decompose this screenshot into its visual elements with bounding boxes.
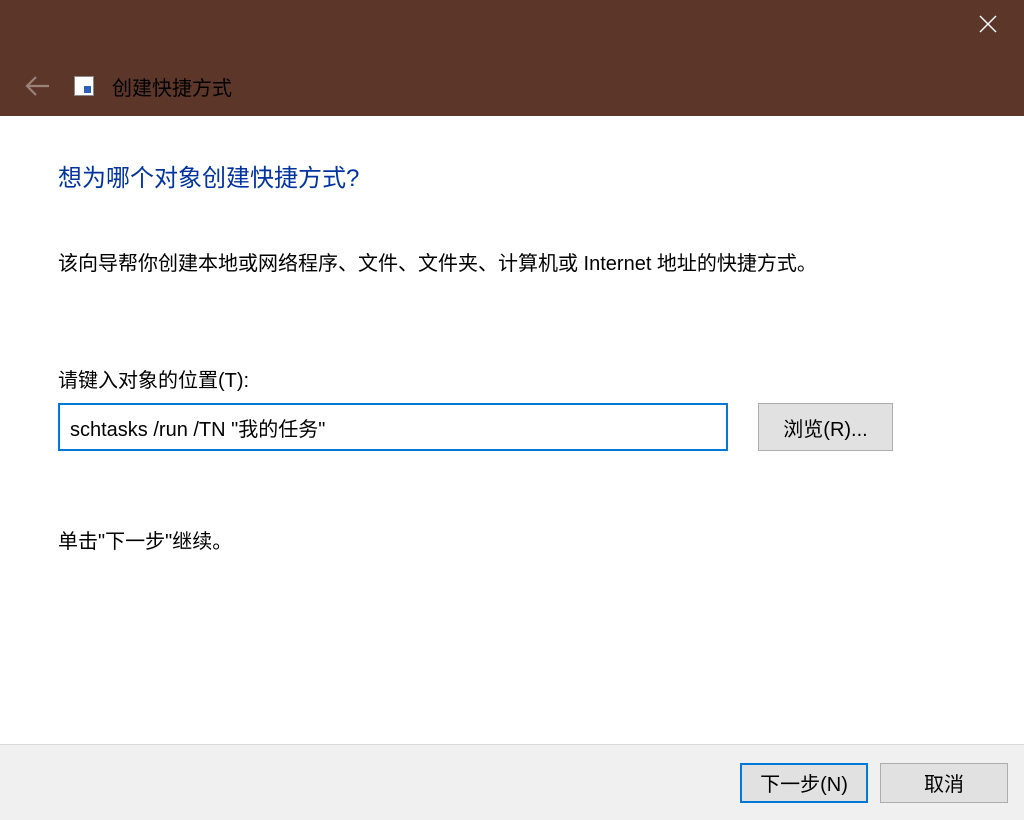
- shortcut-icon: [74, 76, 94, 96]
- browse-button[interactable]: 浏览(R)...: [758, 403, 893, 451]
- description-text: 该向导帮你创建本地或网络程序、文件、文件夹、计算机或 Internet 地址的快…: [58, 247, 966, 276]
- arrow-left-icon: [25, 75, 51, 97]
- close-button[interactable]: [958, 2, 1018, 46]
- page-heading: 想为哪个对象创建快捷方式?: [58, 158, 966, 193]
- cancel-button[interactable]: 取消: [880, 763, 1008, 803]
- continue-hint: 单击"下一步"继续。: [58, 525, 966, 554]
- content-area: 想为哪个对象创建快捷方式? 该向导帮你创建本地或网络程序、文件、文件夹、计算机或…: [0, 116, 1024, 744]
- back-button: [20, 68, 56, 104]
- titlebar: 创建快捷方式: [0, 0, 1024, 116]
- next-button[interactable]: 下一步(N): [740, 763, 868, 803]
- location-label: 请键入对象的位置(T):: [58, 364, 966, 393]
- window-title: 创建快捷方式: [112, 72, 232, 101]
- location-row: 浏览(R)...: [58, 403, 966, 451]
- location-input[interactable]: [58, 403, 728, 451]
- header-row: 创建快捷方式: [20, 68, 232, 104]
- footer: 下一步(N) 取消: [0, 744, 1024, 820]
- close-icon: [979, 15, 997, 33]
